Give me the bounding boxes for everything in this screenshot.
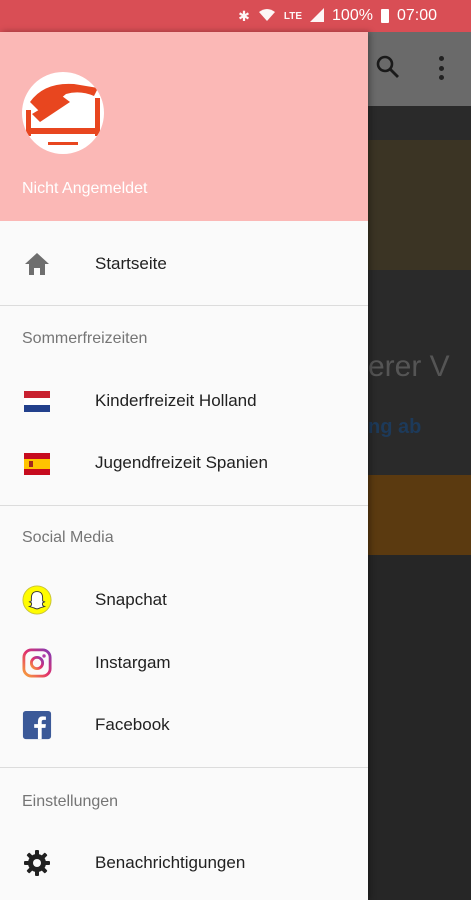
nav-item-label: Jugendfreizeit Spanien [95,453,268,472]
snapchat-icon [22,585,52,615]
nav-item-label: Benachrichtigungen [95,853,246,872]
drawer-header: Nicht Angemeldet [0,32,368,221]
battery-icon [380,9,389,23]
divider [0,305,368,306]
nav-item-snapchat[interactable]: Snapchat [0,569,368,631]
nav-item-instagram[interactable]: Instargam [0,632,368,694]
bluetooth-icon: ✱ [238,7,250,24]
clock: 07:00 [396,7,437,24]
nav-item-facebook[interactable]: Facebook [0,694,368,756]
divider [0,505,368,506]
section-title-social-media: Social Media [22,529,114,546]
home-icon [22,249,52,279]
section-title-einstellungen: Einstellungen [22,793,119,810]
background-heading: erer V [368,350,450,383]
nav-item-label: Instargam [95,653,171,672]
background-card [368,555,471,900]
background-image [368,475,471,555]
gear-icon [22,848,52,878]
nav-item-startseite[interactable]: Startseite [0,233,368,295]
nav-item-benachrichtigungen[interactable]: Benachrichtigungen [0,832,368,894]
wifi-icon [258,8,276,25]
swimmer-logo-icon [26,83,100,145]
nav-item-label: Startseite [95,254,167,273]
background-link: ng ab [368,416,422,438]
search-icon[interactable] [375,54,401,80]
nav-item-label: Facebook [95,715,170,734]
facebook-icon [22,710,52,740]
section-title-sommerfreizeiten: Sommerfreizeiten [22,330,148,347]
nav-item-label: Snapchat [95,590,167,609]
avatar[interactable] [22,72,104,154]
nav-item-kinderfreizeit-holland[interactable]: Kinderfreizeit Holland [0,370,368,432]
instagram-icon [22,648,52,678]
status-bar: ✱ LTE 100% 07:00 [0,0,471,32]
signal-icon [310,7,325,25]
battery-percent: 100% [332,7,373,24]
netherlands-flag-icon [22,386,52,416]
divider [0,767,368,768]
spain-flag-icon [22,448,52,478]
nav-item-jugendfreizeit-spanien[interactable]: Jugendfreizeit Spanien [0,432,368,494]
user-status: Nicht Angemeldet [22,180,148,197]
background-banner [368,140,471,270]
nav-item-label: Kinderfreizeit Holland [95,391,257,410]
more-options-icon[interactable] [436,56,446,80]
navigation-drawer: Nicht Angemeldet Startseite Sommerfreize… [0,32,368,900]
lte-label: LTE [283,10,303,22]
